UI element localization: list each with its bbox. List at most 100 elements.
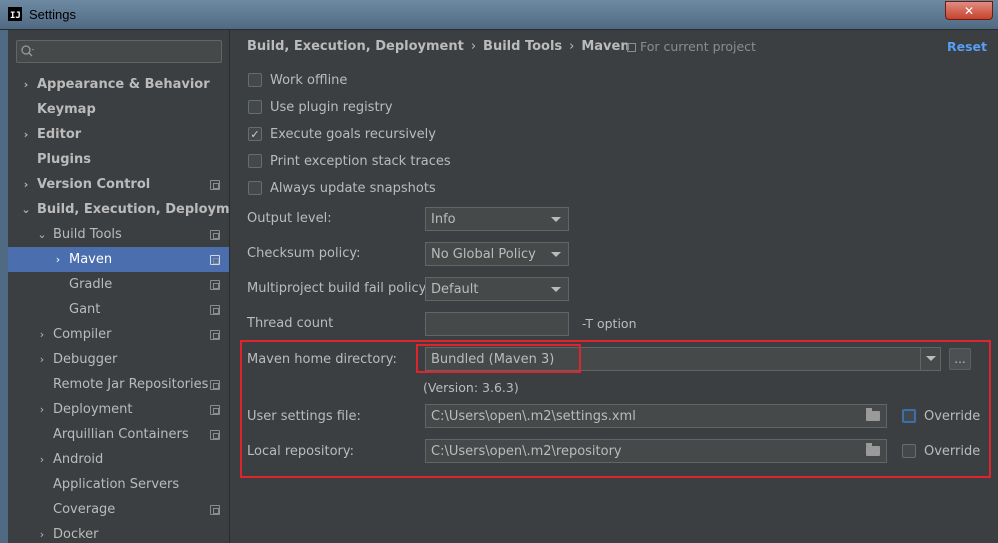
sidebar-item-remote-jar-repositories[interactable]: Remote Jar Repositories xyxy=(8,372,229,397)
sidebar-item-coverage[interactable]: Coverage xyxy=(8,497,229,522)
sidebar-item-debugger[interactable]: › Debugger xyxy=(8,347,229,372)
dropdown-arrow-icon xyxy=(551,252,561,257)
local-repository-label: Local repository: xyxy=(247,444,354,459)
print-exception-stack-traces-option[interactable]: Print exception stack traces xyxy=(248,151,451,171)
sidebar-item-build-execution-deployment[interactable]: ⌄ Build, Execution, Deployment xyxy=(8,197,230,222)
project-scope-note: For current project xyxy=(627,39,756,54)
sidebar-item-label: Version Control xyxy=(37,177,151,192)
project-scope-icon xyxy=(210,330,220,340)
print-exception-stack-traces-checkbox[interactable] xyxy=(248,154,262,168)
user-settings-override-checkbox[interactable] xyxy=(902,409,916,423)
output-level-select[interactable]: Info xyxy=(425,207,569,231)
work-offline-option[interactable]: Work offline xyxy=(248,70,347,90)
chevron-right-icon[interactable]: › xyxy=(37,328,47,341)
chevron-right-icon[interactable]: › xyxy=(37,528,47,541)
local-repository-override-checkbox[interactable] xyxy=(902,444,916,458)
sidebar-item-label: Build, Execution, Deployment xyxy=(37,202,230,217)
use-plugin-registry-checkbox[interactable] xyxy=(248,100,262,114)
sidebar-item-plugins[interactable]: Plugins xyxy=(8,147,229,172)
breadcrumb: Build, Execution, Deployment › Build Tools… xyxy=(247,39,630,54)
sidebar-item-label: Editor xyxy=(37,127,82,142)
local-repository-override-option[interactable]: Override xyxy=(902,441,980,461)
project-scope-icon xyxy=(627,43,636,52)
thread-count-input[interactable] xyxy=(425,312,569,336)
chevron-right-icon[interactable]: › xyxy=(37,453,47,466)
close-button[interactable]: ✕ xyxy=(945,1,993,20)
multiproject-fail-policy-value: Default xyxy=(431,281,479,297)
sidebar-item-label: Gant xyxy=(69,302,101,317)
sidebar-item-application-servers[interactable]: Application Servers xyxy=(8,472,229,497)
title-bar: IJ Settings ✕ xyxy=(0,0,998,30)
option-label: Override xyxy=(924,408,981,424)
maven-version-text: (Version: 3.6.3) xyxy=(423,380,519,395)
chevron-right-icon[interactable]: › xyxy=(53,253,63,266)
option-label: Work offline xyxy=(270,72,348,88)
work-offline-checkbox[interactable] xyxy=(248,73,262,87)
user-settings-override-option[interactable]: Override xyxy=(902,406,980,426)
sidebar-item-gant[interactable]: Gant xyxy=(8,297,229,322)
breadcrumb-item[interactable]: Build, Execution, Deployment xyxy=(247,39,464,54)
reset-link[interactable]: Reset xyxy=(947,39,987,54)
sidebar-item-keymap[interactable]: Keymap xyxy=(8,97,229,122)
sidebar-item-label: Application Servers xyxy=(53,477,180,492)
chevron-down-icon[interactable]: ⌄ xyxy=(21,203,31,216)
sidebar-item-deployment[interactable]: › Deployment xyxy=(8,397,229,422)
user-settings-value: C:\Users\open\.m2\settings.xml xyxy=(431,408,636,424)
output-level-label: Output level: xyxy=(247,211,332,226)
sidebar-item-label: Docker xyxy=(53,527,99,542)
multiproject-fail-policy-select[interactable]: Default xyxy=(425,277,569,301)
chevron-right-icon[interactable]: › xyxy=(37,353,47,366)
sidebar-item-build-tools[interactable]: ⌄ Build Tools xyxy=(8,222,229,247)
sidebar-item-gradle[interactable]: Gradle xyxy=(8,272,229,297)
project-scope-icon xyxy=(210,180,220,190)
sidebar-item-label: Arquillian Containers xyxy=(53,427,189,442)
sidebar-item-label: Keymap xyxy=(37,102,96,117)
sidebar-item-android[interactable]: › Android xyxy=(8,447,229,472)
sidebar-item-label: Coverage xyxy=(53,502,116,517)
sidebar-item-docker[interactable]: › Docker xyxy=(8,522,229,543)
maven-home-dropdown-button[interactable] xyxy=(920,347,941,371)
sidebar-item-label: Remote Jar Repositories xyxy=(53,377,209,392)
sidebar-item-label: Compiler xyxy=(53,327,112,342)
sidebar-item-appearance[interactable]: › Appearance & Behavior xyxy=(8,72,229,97)
user-settings-input[interactable]: C:\Users\open\.m2\settings.xml xyxy=(425,404,887,428)
chevron-right-icon[interactable]: › xyxy=(21,78,31,91)
sidebar-item-compiler[interactable]: › Compiler xyxy=(8,322,229,347)
dropdown-arrow-icon xyxy=(551,287,561,292)
maven-settings-panel: Build, Execution, Deployment › Build Tools… xyxy=(231,30,998,543)
maven-home-label: Maven home directory: xyxy=(247,352,397,367)
breadcrumb-item: Maven xyxy=(581,39,630,54)
local-repository-input[interactable]: C:\Users\open\.m2\repository xyxy=(425,439,887,463)
project-scope-icon xyxy=(210,255,220,265)
sidebar-item-arquillian-containers[interactable]: Arquillian Containers xyxy=(8,422,229,447)
execute-goals-recursively-checkbox[interactable]: ✓ xyxy=(248,127,262,141)
folder-icon[interactable] xyxy=(866,443,880,456)
thread-count-label: Thread count xyxy=(247,316,334,331)
highlight-box-maven-home xyxy=(416,344,581,373)
option-label: Print exception stack traces xyxy=(270,153,451,169)
search-icon xyxy=(21,45,34,57)
search-input[interactable] xyxy=(16,40,222,63)
dropdown-arrow-icon xyxy=(926,356,936,361)
chevron-right-icon[interactable]: › xyxy=(37,403,47,416)
use-plugin-registry-option[interactable]: Use plugin registry xyxy=(248,97,393,117)
sidebar-item-editor[interactable]: › Editor xyxy=(8,122,229,147)
checksum-policy-select[interactable]: No Global Policy xyxy=(425,242,569,266)
folder-icon[interactable] xyxy=(866,408,880,421)
sidebar-item-version-control[interactable]: › Version Control xyxy=(8,172,229,197)
multiproject-fail-policy-label: Multiproject build fail policy: xyxy=(247,281,430,296)
browse-maven-home-button[interactable]: ... xyxy=(949,348,971,370)
breadcrumb-item[interactable]: Build Tools xyxy=(483,39,562,54)
thread-count-hint: -T option xyxy=(582,316,637,331)
chevron-right-icon[interactable]: › xyxy=(21,178,31,191)
always-update-snapshots-checkbox[interactable] xyxy=(248,181,262,195)
execute-goals-recursively-option[interactable]: ✓ Execute goals recursively xyxy=(248,124,436,144)
always-update-snapshots-option[interactable]: Always update snapshots xyxy=(248,178,436,198)
chevron-right-icon[interactable]: › xyxy=(21,128,31,141)
chevron-down-icon[interactable]: ⌄ xyxy=(37,228,47,241)
option-label: Use plugin registry xyxy=(270,99,393,115)
intellij-logo-icon: IJ xyxy=(8,7,22,21)
sidebar-item-label: Deployment xyxy=(53,402,133,417)
sidebar-item-maven[interactable]: › Maven xyxy=(8,247,229,272)
option-label: Always update snapshots xyxy=(270,180,436,196)
